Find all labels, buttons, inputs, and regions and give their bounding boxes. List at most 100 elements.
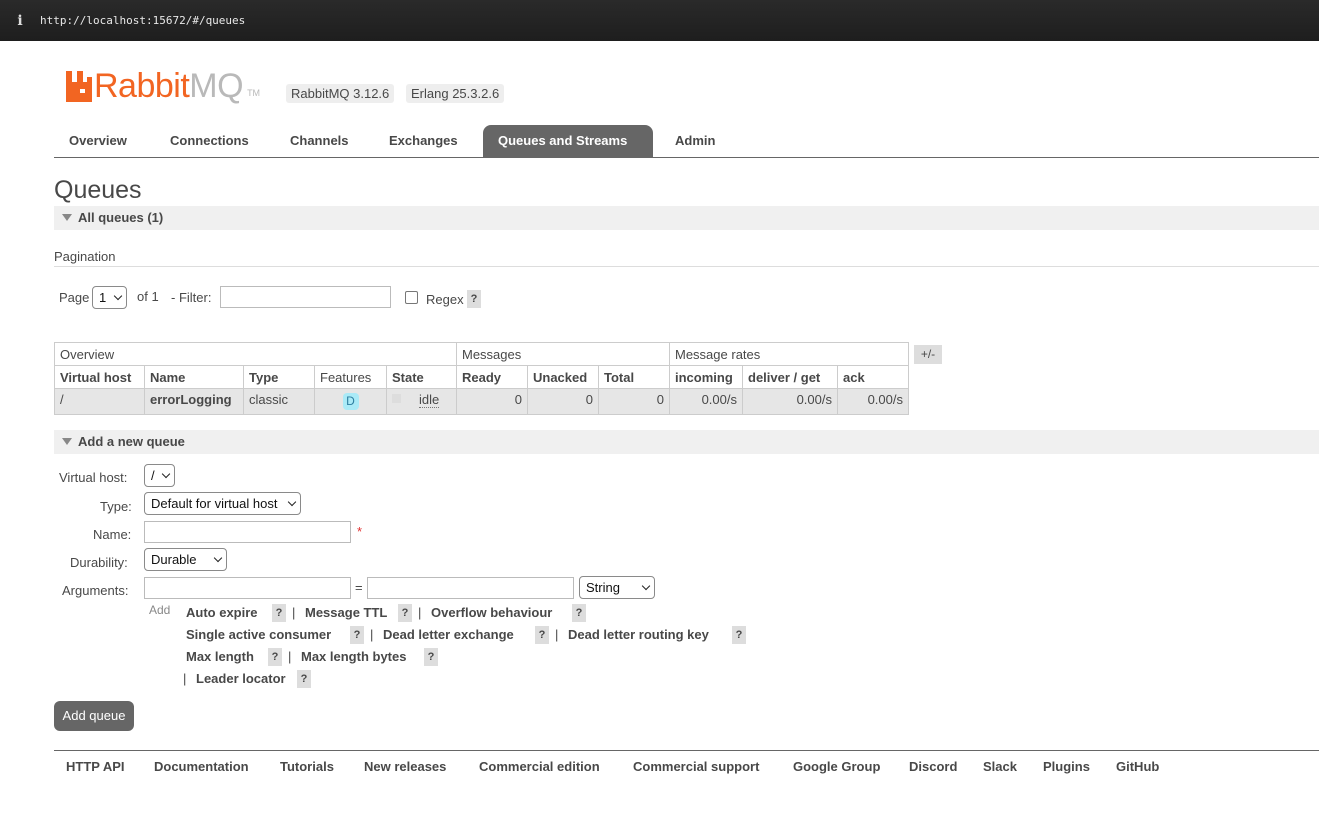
virtual-host-select[interactable]: / — [144, 464, 175, 487]
argument-type-select[interactable]: String — [579, 576, 655, 599]
of-pages-label: of 1 — [137, 289, 159, 304]
col-ready[interactable]: Ready — [456, 365, 528, 389]
footer-link-commercial-edition[interactable]: Commercial edition — [479, 759, 600, 774]
regex-help-icon[interactable]: ? — [467, 290, 481, 308]
cell-queue-name-link[interactable]: errorLogging — [144, 388, 244, 415]
footer-link-tutorials[interactable]: Tutorials — [280, 759, 334, 774]
browser-url-bar: i http://localhost:15672/#/queues — [0, 0, 1319, 41]
collapse-triangle-icon — [62, 214, 72, 222]
arg-dead-letter-routing-key-link[interactable]: Dead letter routing key — [568, 627, 709, 642]
page-label: Page — [59, 290, 90, 305]
durability-value: Durable — [151, 552, 197, 567]
queue-type-value: Default for virtual host — [151, 496, 278, 511]
state-indicator-icon — [392, 394, 401, 403]
cell-deliver-get: 0.00/s — [742, 388, 838, 415]
regex-checkbox[interactable] — [405, 291, 418, 304]
col-type[interactable]: Type — [243, 365, 315, 389]
cell-state: idle — [386, 388, 457, 415]
arg-overflow-behaviour-link[interactable]: Overflow behaviour — [431, 605, 552, 620]
message-ttl-help-icon[interactable]: ? — [398, 604, 412, 622]
arg-auto-expire-link[interactable]: Auto expire — [186, 605, 258, 620]
footer-link-discord[interactable]: Discord — [909, 759, 957, 774]
tab-channels[interactable]: Channels — [275, 125, 364, 157]
footer-link-http-api[interactable]: HTTP API — [66, 759, 125, 774]
auto-expire-help-icon[interactable]: ? — [272, 604, 286, 622]
tab-overview[interactable]: Overview — [54, 125, 142, 157]
chevron-down-icon — [287, 497, 297, 507]
erlang-version-badge: Erlang 25.3.2.6 — [406, 84, 505, 103]
table-row[interactable]: / errorLogging classic D idle 0 0 0 0.00… — [54, 388, 909, 415]
footer-link-new-releases[interactable]: New releases — [364, 759, 446, 774]
chevron-down-icon — [641, 581, 651, 591]
queue-type-select[interactable]: Default for virtual host — [144, 492, 301, 515]
dlx-help-icon[interactable]: ? — [535, 626, 549, 644]
max-length-help-icon[interactable]: ? — [268, 648, 282, 666]
durable-feature-badge: D — [342, 393, 359, 410]
page-select-value: 1 — [99, 290, 107, 305]
arg-single-active-consumer-link[interactable]: Single active consumer — [186, 627, 331, 642]
footer-link-google-group[interactable]: Google Group — [793, 759, 880, 774]
footer-divider — [54, 750, 1319, 751]
col-state[interactable]: State — [386, 365, 457, 389]
cell-type: classic — [243, 388, 315, 415]
add-argument-label: Add — [149, 603, 171, 617]
page-title: Queues — [54, 176, 142, 204]
columns-toggle-button[interactable]: +/- — [914, 345, 942, 364]
col-virtual-host[interactable]: Virtual host — [54, 365, 145, 389]
tab-admin[interactable]: Admin — [660, 125, 730, 157]
rabbitmq-version-badge: RabbitMQ 3.12.6 — [286, 84, 395, 103]
col-unacked[interactable]: Unacked — [527, 365, 599, 389]
chevron-down-icon — [113, 291, 123, 301]
group-header-messages: Messages — [456, 342, 670, 366]
col-name[interactable]: Name — [144, 365, 244, 389]
argument-value-input[interactable] — [367, 577, 574, 599]
separator: | — [288, 649, 292, 664]
footer-link-documentation[interactable]: Documentation — [154, 759, 249, 774]
tab-queues-and-streams[interactable]: Queues and Streams — [483, 125, 653, 157]
pagination-label: Pagination — [54, 249, 116, 264]
add-queue-header[interactable]: Add a new queue — [54, 430, 1319, 454]
all-queues-header[interactable]: All queues (1) — [54, 206, 1319, 230]
durability-label: Durability: — [70, 555, 128, 570]
arg-leader-locator-link[interactable]: Leader locator — [196, 671, 286, 686]
argument-key-input[interactable] — [144, 577, 351, 599]
arg-message-ttl-link[interactable]: Message TTL — [305, 605, 387, 620]
cell-total: 0 — [598, 388, 670, 415]
arg-max-length-bytes-link[interactable]: Max length bytes — [301, 649, 406, 664]
cell-vhost: / — [54, 388, 145, 415]
virtual-host-label: Virtual host: — [59, 470, 128, 485]
group-header-overview: Overview — [54, 342, 457, 366]
col-deliver-get[interactable]: deliver / get — [742, 365, 838, 389]
url-text[interactable]: http://localhost:15672/#/queues — [40, 14, 245, 27]
footer-link-github[interactable]: GitHub — [1116, 759, 1159, 774]
arg-max-length-link[interactable]: Max length — [186, 649, 254, 664]
filter-input[interactable] — [220, 286, 391, 308]
durability-select[interactable]: Durable — [144, 548, 227, 571]
col-ack[interactable]: ack — [837, 365, 909, 389]
separator: | — [555, 627, 559, 642]
col-total[interactable]: Total — [598, 365, 670, 389]
max-length-bytes-help-icon[interactable]: ? — [424, 648, 438, 666]
tab-connections[interactable]: Connections — [155, 125, 264, 157]
page-select[interactable]: 1 — [92, 286, 127, 309]
info-icon[interactable]: i — [0, 13, 40, 29]
dlrk-help-icon[interactable]: ? — [732, 626, 746, 644]
tab-exchanges[interactable]: Exchanges — [374, 125, 473, 157]
rabbitmq-logo: Rabbit MQ TM — [64, 66, 260, 103]
add-queue-button[interactable]: Add queue — [54, 701, 134, 731]
footer-link-plugins[interactable]: Plugins — [1043, 759, 1090, 774]
leader-locator-help-icon[interactable]: ? — [297, 670, 311, 688]
single-active-help-icon[interactable]: ? — [350, 626, 364, 644]
separator: | — [418, 605, 422, 620]
regex-label: Regex — [426, 292, 464, 307]
all-queues-label: All queues (1) — [78, 210, 164, 225]
queue-name-input[interactable] — [144, 521, 351, 543]
col-incoming[interactable]: incoming — [669, 365, 743, 389]
footer-link-commercial-support[interactable]: Commercial support — [633, 759, 759, 774]
filter-label: - Filter: — [171, 290, 212, 305]
state-text: idle — [419, 392, 440, 408]
arg-dead-letter-exchange-link[interactable]: Dead letter exchange — [383, 627, 514, 642]
footer-link-slack[interactable]: Slack — [983, 759, 1017, 774]
overflow-help-icon[interactable]: ? — [572, 604, 586, 622]
arguments-label: Arguments: — [62, 583, 129, 598]
